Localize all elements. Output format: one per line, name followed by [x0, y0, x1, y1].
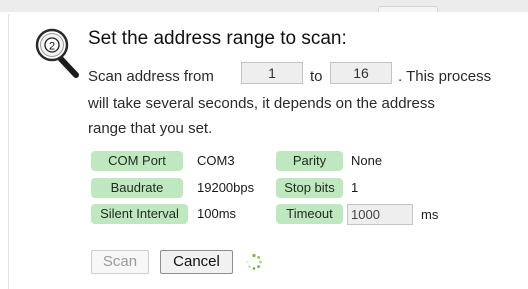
- scan-note-line1: . This process: [398, 68, 492, 85]
- scan-from-input[interactable]: [241, 62, 303, 84]
- baudrate-value: 19200bps: [197, 180, 255, 195]
- step-title: Set the address range to scan:: [88, 28, 347, 49]
- com-port-value: COM3: [197, 153, 235, 168]
- scan-from-label: Scan address from: [88, 68, 214, 85]
- com-port-label: COM Port: [91, 151, 183, 171]
- stop-bits-value: 1: [351, 180, 359, 195]
- silent-interval-value: 100ms: [197, 206, 237, 221]
- parity-value: None: [351, 153, 383, 168]
- parity-label: Parity: [276, 151, 343, 171]
- scan-to-input[interactable]: [330, 62, 392, 84]
- scan-button[interactable]: Scan: [91, 250, 149, 274]
- scan-note-line2: will take several seconds, it depends on…: [88, 95, 435, 112]
- left-divider: [8, 14, 9, 289]
- silent-interval-label: Silent Interval: [91, 204, 188, 224]
- baudrate-label: Baudrate: [91, 178, 183, 198]
- step-number: 2: [49, 41, 55, 53]
- timeout-unit: ms: [421, 207, 439, 222]
- cancel-button[interactable]: Cancel: [160, 250, 233, 274]
- connection-settings: COM Port COM3 Parity None Baudrate 19200…: [91, 151, 491, 231]
- stop-bits-label: Stop bits: [276, 178, 343, 198]
- scan-to-label: to: [310, 68, 323, 85]
- timeout-label: Timeout: [276, 204, 343, 224]
- scan-note-line3: range that you set.: [88, 120, 213, 137]
- loading-spinner-icon: [246, 253, 262, 270]
- timeout-input[interactable]: [347, 204, 413, 225]
- magnifier-step-icon: 2: [35, 28, 79, 78]
- scan-range-line: Scan address from to . This process: [88, 62, 510, 87]
